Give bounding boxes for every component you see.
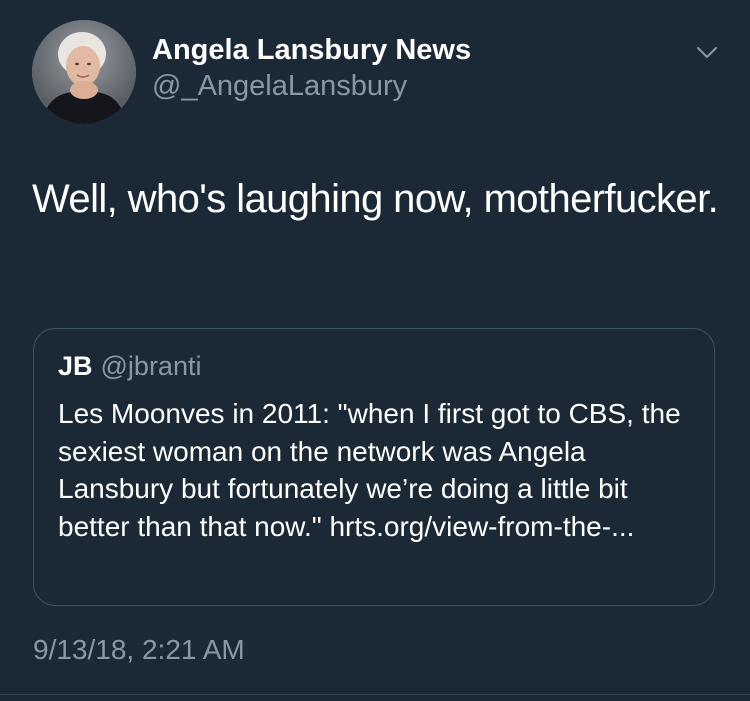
quoted-tweet-text: Les Moonves in 2011: "when I first got t… [58,398,681,542]
avatar-photo [32,20,136,124]
quoted-tweet-header: JB @jbranti [58,351,201,382]
author-handle[interactable]: @_AngelaLansbury [152,70,407,103]
quoted-author-name: JB [58,351,93,381]
tweet-timestamp[interactable]: 9/13/18, 2:21 AM [33,634,245,666]
author-display-name[interactable]: Angela Lansbury News [152,34,471,67]
divider [0,694,750,695]
avatar[interactable] [32,20,136,124]
quoted-tweet[interactable]: JB @jbranti Les Moonves in 2011: "when I … [33,328,715,606]
tweet: Angela Lansbury News @_AngelaLansbury We… [0,0,750,701]
quoted-author-handle: @jbranti [100,351,202,381]
tweet-text: Well, who's laughing now, motherfucker. [32,177,719,221]
chevron-down-icon[interactable] [692,42,722,64]
